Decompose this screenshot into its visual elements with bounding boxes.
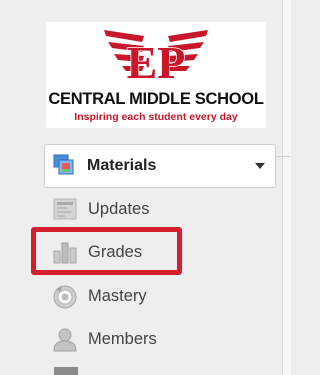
sidebar-item-label: Mastery bbox=[88, 287, 147, 305]
divider bbox=[274, 156, 290, 157]
materials-label: Materials bbox=[87, 157, 157, 174]
sidebar-item-label: Members bbox=[88, 330, 157, 348]
sidebar-item-members[interactable]: Members bbox=[52, 324, 272, 354]
logo-letters: EP bbox=[127, 37, 186, 84]
updates-icon bbox=[53, 198, 77, 220]
grades-highlight-box bbox=[31, 227, 182, 275]
content-edge bbox=[282, 0, 291, 375]
members-icon bbox=[53, 328, 77, 352]
school-wings-logo-icon: EP bbox=[104, 30, 208, 84]
materials-dropdown[interactable]: Materials bbox=[44, 144, 276, 188]
next-item-icon bbox=[54, 367, 78, 375]
school-name: CENTRAL MIDDLE SCHOOL bbox=[48, 90, 264, 108]
sidebar-item-mastery[interactable]: Mastery bbox=[52, 281, 272, 311]
chevron-down-icon bbox=[255, 163, 265, 169]
sidebar-item-updates[interactable]: Updates bbox=[52, 194, 272, 224]
mastery-icon bbox=[53, 285, 77, 309]
school-tagline: Inspiring each student every day bbox=[74, 111, 238, 123]
sidebar-item-label: Updates bbox=[88, 200, 150, 218]
materials-icon bbox=[53, 154, 74, 175]
school-logo[interactable]: EP CENTRAL MIDDLE SCHOOL Inspiring each … bbox=[46, 22, 266, 128]
